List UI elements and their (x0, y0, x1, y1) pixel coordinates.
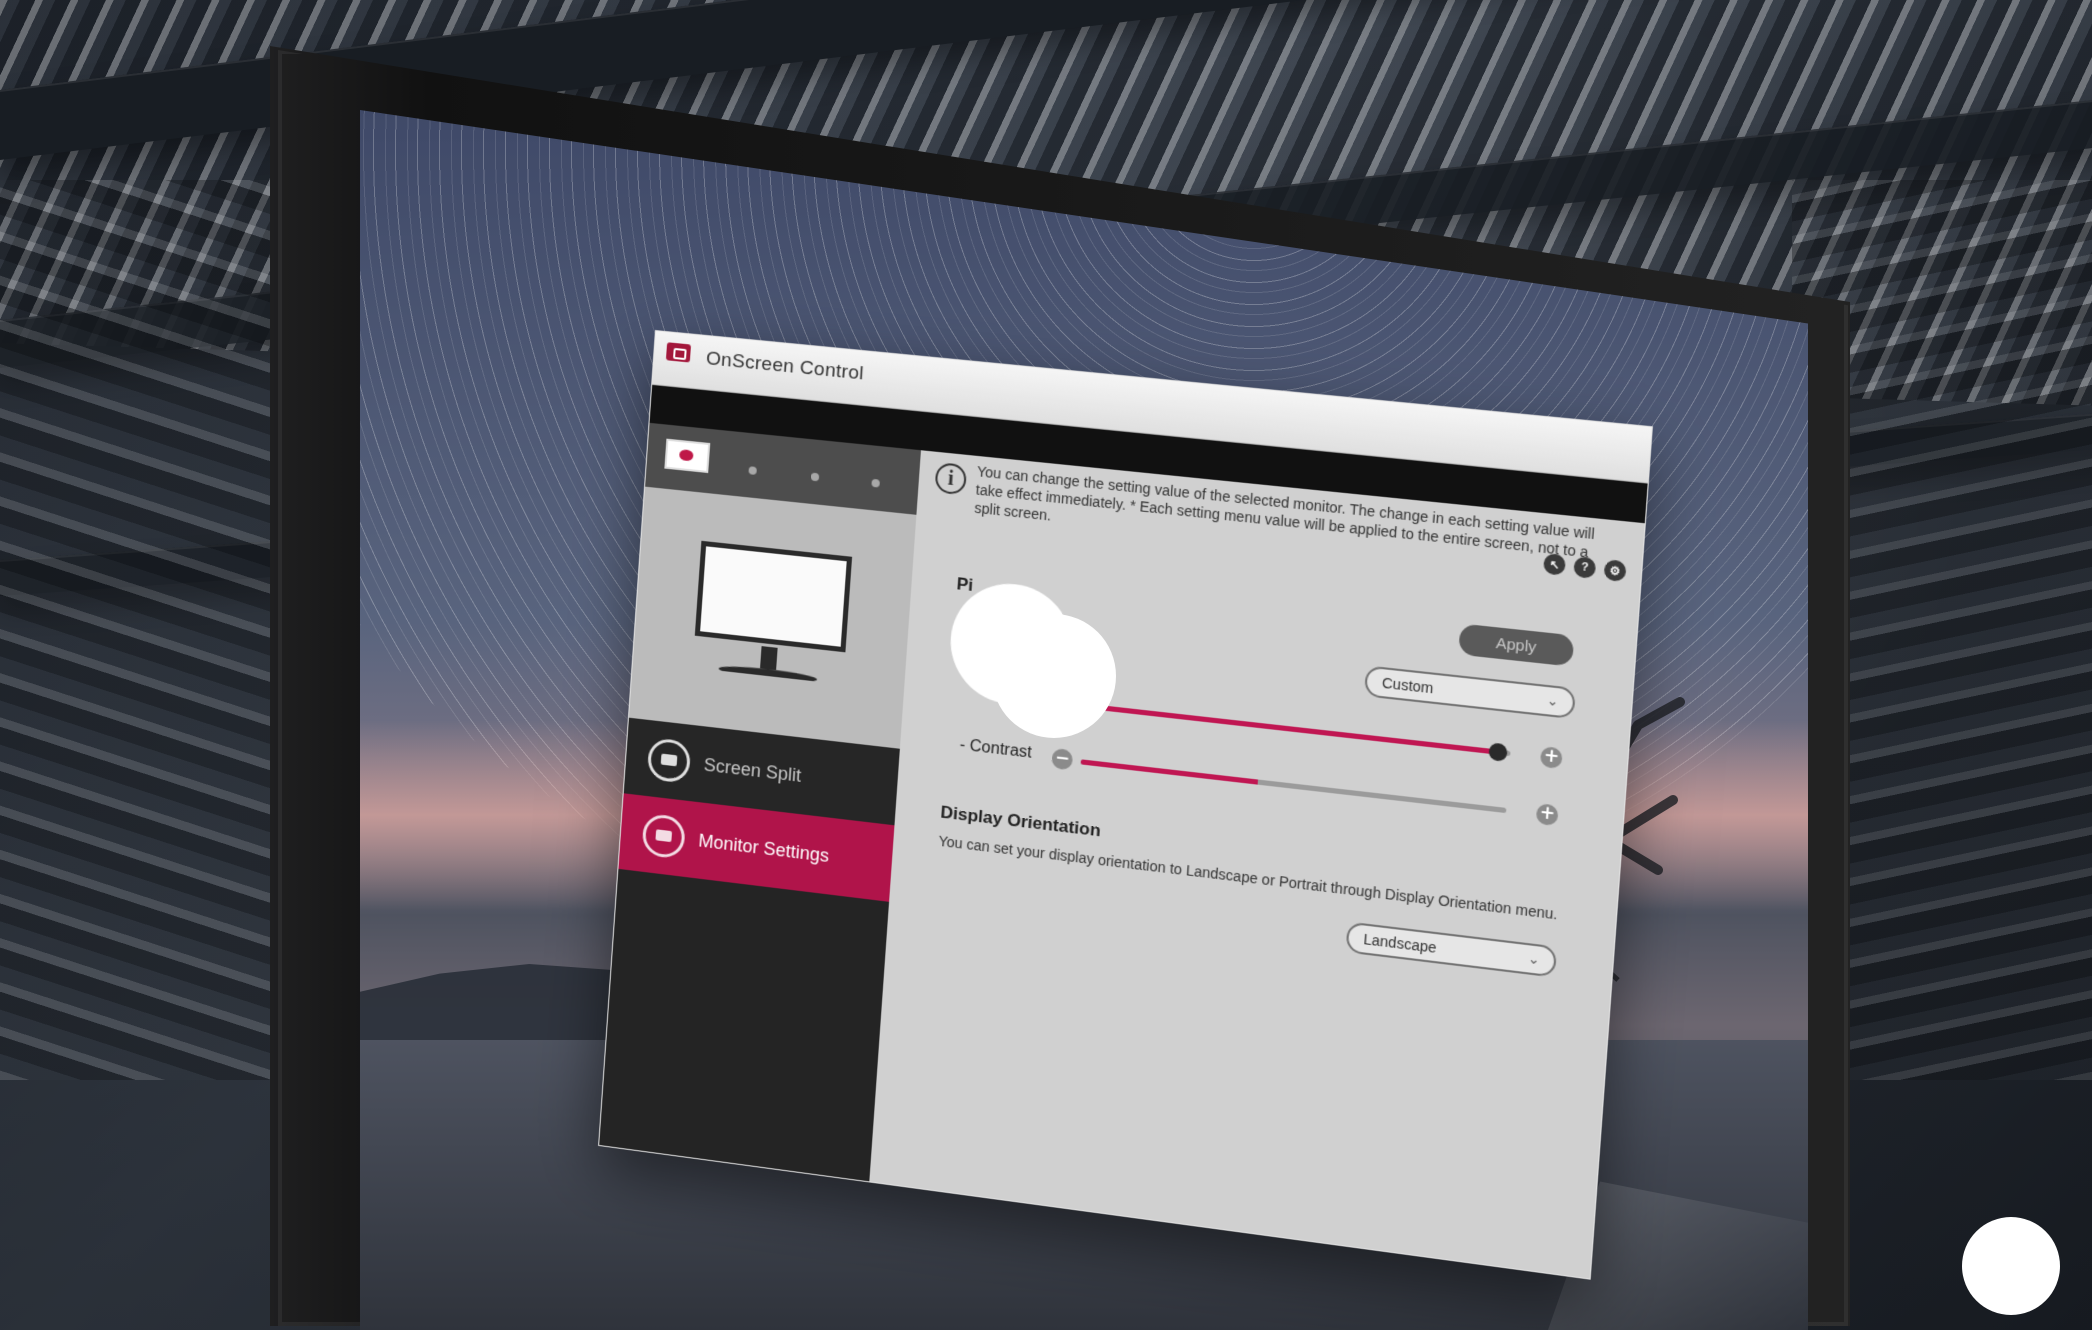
display-orientation-description: You can set your display orientation to … (937, 832, 1559, 923)
brightness-slider-thumb[interactable] (1488, 742, 1508, 762)
monitor-preview-stand (760, 646, 778, 670)
photo-scene: OnScreen Control – × Screen Split (0, 0, 2092, 1330)
picture-section-title: Pi (956, 574, 974, 596)
picture-mode-value: Custom (1381, 674, 1434, 697)
display-orientation-select[interactable]: Landscape ⌄ (1345, 921, 1558, 978)
display-orientation-value: Landscape (1362, 930, 1438, 956)
monitor-settings-icon (641, 812, 687, 860)
window-title: OnScreen Control (705, 348, 865, 385)
increase-contrast-button[interactable]: + (1535, 802, 1559, 827)
brightness-slider-fill (1084, 703, 1498, 755)
sidebar: Screen Split Monitor Settings (599, 422, 921, 1184)
monitor-tab-dot[interactable] (871, 478, 881, 488)
white-marker-circle (1962, 1217, 2060, 1315)
info-icon: i (934, 461, 968, 496)
screen-split-icon (646, 737, 692, 784)
monitor-tab-dot[interactable] (748, 466, 757, 475)
monitor-tab-dot[interactable] (810, 472, 820, 482)
monitor-preview-screen (694, 540, 853, 653)
onscreen-control-icon (665, 342, 692, 363)
increase-brightness-button[interactable]: + (1539, 745, 1563, 770)
sidebar-item-label: Screen Split (703, 754, 802, 786)
picture-mode-select[interactable]: Custom ⌄ (1363, 665, 1576, 720)
decrease-contrast-button[interactable]: − (1051, 747, 1074, 771)
brightness-slider-track[interactable] (1084, 703, 1511, 757)
onscreen-control-window: OnScreen Control – × Screen Split (598, 330, 1653, 1280)
sidebar-item-label: Monitor Settings (697, 829, 830, 866)
monitor-preview (628, 486, 917, 749)
apply-button[interactable]: Apply (1458, 623, 1575, 667)
white-marker-circle (992, 614, 1116, 738)
contrast-slider-fill (1080, 759, 1258, 785)
contrast-label: - Contrast (959, 736, 1033, 762)
chevron-down-icon: ⌄ (1546, 692, 1560, 710)
monitor-settings-panel: ↖ ? ⚙ i You can change the setting value… (869, 450, 1647, 1280)
contrast-slider-track[interactable] (1080, 759, 1507, 814)
chevron-down-icon: ⌄ (1527, 950, 1541, 968)
selected-monitor-icon[interactable] (664, 438, 711, 474)
